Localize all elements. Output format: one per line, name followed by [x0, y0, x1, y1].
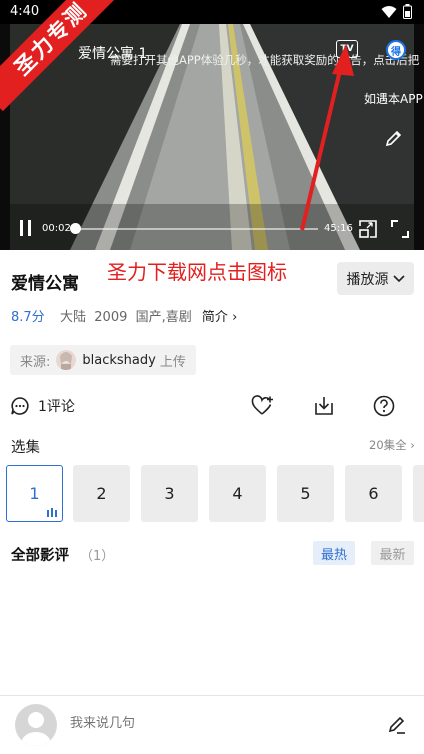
pencil-icon[interactable] [384, 128, 404, 148]
wifi-icon [381, 5, 397, 18]
download-icon[interactable] [313, 395, 335, 417]
play-source-dropdown[interactable]: 播放源 [337, 262, 414, 295]
episode-label: 1 [29, 484, 40, 503]
now-playing-icon [47, 508, 57, 517]
episodes-all-link[interactable]: 20集全 › [369, 437, 415, 453]
annotation-text: 圣力下载网点击图标 [107, 260, 287, 284]
upload-suffix: 上传 [159, 354, 186, 370]
compose-icon[interactable] [386, 714, 408, 736]
episode-label: 2 [96, 484, 107, 503]
show-title: 爱情公寓 [11, 274, 79, 294]
source-prefix: 来源: [20, 354, 51, 370]
episode-5[interactable]: 5 [277, 465, 334, 522]
chevron-down-icon [392, 274, 405, 282]
progress-knob[interactable] [69, 223, 81, 234]
video-player[interactable]: 爱情公寓 1 需要打开其他APP体验几秒，才能获取奖励的广告，点击后把 TV 得… [0, 24, 424, 250]
rating: 8.7分 [11, 310, 45, 325]
episode-next-partial[interactable] [413, 465, 424, 522]
progress-bar[interactable] [74, 228, 318, 230]
episode-6[interactable]: 6 [345, 465, 402, 522]
picture-in-picture-icon[interactable] [358, 219, 378, 239]
reward-badge[interactable]: 得 [386, 40, 406, 60]
year: 2009 [94, 310, 128, 325]
help-icon[interactable] [373, 395, 395, 417]
episode-label: 5 [300, 484, 311, 503]
intro-link[interactable]: 简介 › [202, 310, 237, 325]
avatar [56, 350, 77, 370]
annotation-arrow [300, 44, 354, 231]
episodes-label: 选集 [11, 440, 40, 456]
ad-notice: 需要打开其他APP体验几秒，才能获取奖励的广告，点击后把 [110, 53, 420, 67]
fullscreen-icon[interactable] [390, 219, 410, 239]
pause-icon[interactable] [18, 219, 34, 237]
status-time: 4:40 [10, 4, 40, 19]
meta-line: 大陆 2009 国产,喜剧 简介 › [60, 306, 237, 325]
battery-icon [403, 4, 412, 19]
episodes-all-label: 20集全 [369, 438, 407, 452]
genres: 国产,喜剧 [135, 310, 192, 325]
episode-label: 3 [164, 484, 175, 503]
sort-hot-button[interactable]: 最热 [313, 541, 355, 565]
favorite-icon[interactable] [251, 395, 275, 417]
episode-label: 6 [368, 484, 379, 503]
status-icons [381, 4, 412, 19]
episode-4[interactable]: 4 [209, 465, 266, 522]
comment-input[interactable] [70, 716, 320, 731]
comments-button[interactable]: 1评论 [10, 396, 75, 416]
region: 大陆 [60, 310, 87, 325]
reward-text: 如遇本APP [364, 92, 423, 106]
reviews-title: 全部影评 [11, 548, 69, 564]
intro-label: 简介 [201, 310, 228, 325]
user-avatar[interactable] [15, 704, 57, 746]
comment-icon [11, 397, 29, 415]
episode-3[interactable]: 3 [141, 465, 198, 522]
comment-count-label: 1评论 [38, 399, 75, 415]
reviews-count: （1） [80, 549, 115, 564]
episode-1[interactable]: 1 [6, 465, 63, 522]
episode-2[interactable]: 2 [73, 465, 130, 522]
play-source-label: 播放源 [346, 271, 389, 288]
comment-bar [0, 695, 424, 754]
sort-new-button[interactable]: 最新 [371, 541, 414, 565]
uploader-name: blackshady [82, 352, 156, 368]
uploader-chip[interactable]: 来源: blackshady 上传 [10, 345, 196, 375]
current-time: 00:02 [42, 223, 71, 234]
episode-label: 4 [232, 484, 243, 503]
